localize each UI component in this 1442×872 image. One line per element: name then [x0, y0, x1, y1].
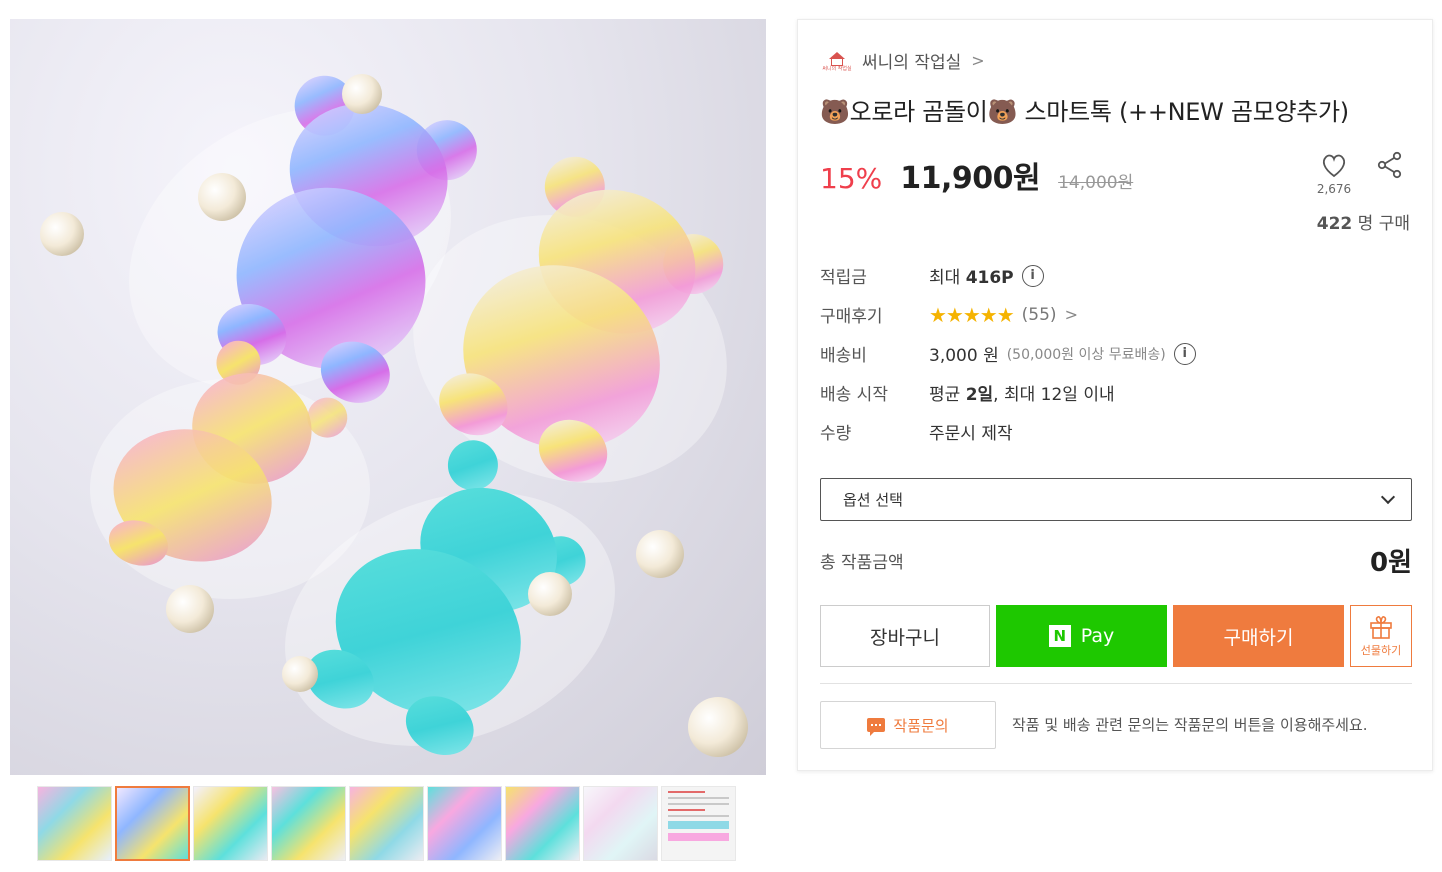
doc-line	[668, 833, 729, 841]
chevron-down-icon	[1380, 489, 1396, 505]
thumbnail-strip	[37, 786, 736, 861]
shipping-note: (50,000원 이상 무료배송)	[1006, 346, 1166, 363]
info-row-start: 배송 시작 평균 2일, 최대 12일 이내	[820, 373, 1196, 412]
points-prefix: 최대	[929, 268, 966, 288]
house-icon	[829, 51, 845, 59]
cart-button[interactable]: 장바구니	[820, 605, 990, 667]
product-info-card: 써니의 작업실 써니의 작업실 > 🐻오로라 곰돌이🐻 스마트톡 (++NEW …	[797, 19, 1433, 771]
info-row-shipping: 배송비 3,000 원 (50,000원 이상 무료배송) i	[820, 334, 1196, 373]
option-placeholder: 옵션 선택	[843, 491, 903, 509]
store-name: 써니의 작업실	[862, 53, 962, 73]
thumbnail-1[interactable]	[37, 786, 112, 861]
thumbnail-9[interactable]	[661, 786, 736, 861]
price-row: 15% 11,900원 14,000원	[820, 153, 1133, 197]
gift-button[interactable]: 선물하기	[1350, 605, 1412, 667]
product-title: 🐻오로라 곰돌이🐻 스마트톡 (++NEW 곰모양추가)	[820, 98, 1349, 126]
thumbnail-4[interactable]	[271, 786, 346, 861]
share-button[interactable]	[1375, 150, 1405, 180]
shipping-value: 3,000 원 (50,000원 이상 무료배송) i	[929, 341, 1196, 366]
inquiry-note: 작품 및 배송 관련 문의는 작품문의 버튼을 이용해주세요.	[1012, 716, 1368, 734]
heart-icon	[1322, 154, 1346, 178]
product-image	[40, 74, 748, 757]
start-label: 배송 시작	[820, 385, 888, 405]
shipping-fee: 3,000 원	[929, 346, 999, 366]
action-buttons: 장바구니 N Pay 구매하기 선물하기	[820, 605, 1412, 667]
like-count: 2,676	[1316, 182, 1352, 196]
start-suffix: , 최대 12일 이내	[993, 385, 1115, 405]
option-select[interactable]: 옵션 선택	[820, 478, 1412, 521]
points-amount: 416P	[965, 268, 1014, 288]
doc-line	[668, 809, 705, 811]
buyers-unit: 명 구매	[1352, 214, 1410, 234]
doc-line	[668, 791, 705, 793]
discount-rate: 15%	[820, 162, 883, 195]
share-icon	[1377, 151, 1402, 179]
start-average: 2일	[965, 385, 994, 405]
shipping-label: 배송비	[820, 346, 867, 366]
chevron-right-icon: >	[971, 51, 985, 70]
chat-icon	[867, 718, 886, 736]
original-price: 14,000원	[1058, 173, 1134, 193]
info-icon[interactable]: i	[1173, 342, 1196, 365]
chevron-right-icon: >	[1064, 305, 1078, 324]
points-label: 적립금	[820, 268, 867, 288]
total-value: 0원	[1369, 548, 1412, 578]
buyers-number: 422	[1316, 214, 1353, 234]
main-product-photo[interactable]	[10, 19, 766, 775]
thumbnail-8[interactable]	[583, 786, 658, 861]
sale-price: 11,900원	[900, 161, 1041, 196]
buy-button[interactable]: 구매하기	[1173, 605, 1344, 667]
total-label: 총 작품금액	[820, 553, 904, 573]
store-link[interactable]: 써니의 작업실 써니의 작업실 >	[822, 48, 985, 73]
gift-label: 선물하기	[1360, 644, 1402, 657]
review-count: (55)	[1021, 304, 1057, 325]
thumbnail-2[interactable]	[115, 786, 190, 861]
npay-logo-icon: N	[1048, 625, 1071, 647]
store-logo-text: 써니의 작업실	[822, 65, 852, 72]
npay-button[interactable]: N Pay	[996, 605, 1167, 667]
review-link[interactable]: ★★★★★ (55) >	[929, 303, 1078, 327]
start-value: 평균 2일, 최대 12일 이내	[929, 380, 1115, 405]
points-value: 최대 416P i	[929, 263, 1044, 288]
doc-line	[668, 821, 729, 829]
gift-icon	[1370, 616, 1392, 639]
review-label: 구매후기	[820, 307, 883, 327]
thumbnail-5[interactable]	[349, 786, 424, 861]
info-row-review: 구매후기 ★★★★★ (55) >	[820, 295, 1196, 334]
start-prefix: 평균	[929, 385, 966, 405]
info-icon[interactable]: i	[1021, 264, 1044, 287]
inquiry-label: 작품문의	[893, 716, 949, 735]
doc-line	[668, 797, 729, 799]
quantity-label: 수량	[820, 424, 852, 444]
doc-line	[668, 815, 729, 817]
thumbnail-3[interactable]	[193, 786, 268, 861]
info-row-quantity: 수량 주문시 제작	[820, 412, 1196, 451]
buyers-count: 422 명 구매	[1317, 209, 1410, 234]
divider	[820, 683, 1412, 684]
doc-line	[668, 803, 729, 805]
info-table: 적립금 최대 416P i 구매후기 ★★★★★ (55) > 배송비 3,00…	[820, 256, 1196, 451]
thumbnail-6[interactable]	[427, 786, 502, 861]
like-button[interactable]: 2,676	[1314, 150, 1354, 196]
quantity-value: 주문시 제작	[929, 424, 1013, 444]
npay-label: Pay	[1080, 625, 1115, 647]
total-amount: 총 작품금액 0원	[820, 542, 1412, 579]
info-row-points: 적립금 최대 416P i	[820, 256, 1196, 295]
inquiry-button[interactable]: 작품문의	[820, 701, 996, 749]
store-logo: 써니의 작업실	[822, 50, 852, 72]
star-rating: ★★★★★	[929, 302, 1015, 327]
house-body	[831, 58, 843, 66]
thumbnail-7[interactable]	[505, 786, 580, 861]
